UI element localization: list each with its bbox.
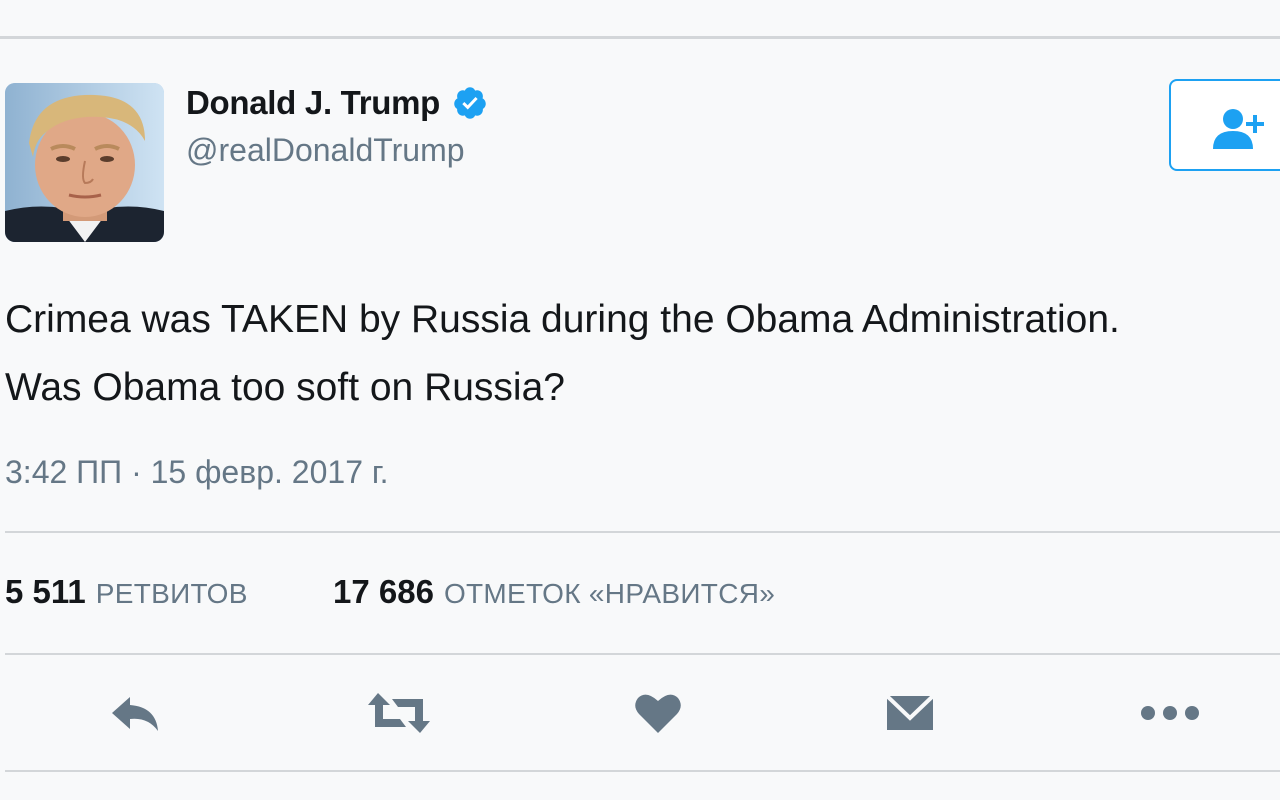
retweet-icon <box>368 693 430 733</box>
divider-top <box>5 531 1280 533</box>
top-divider <box>0 36 1280 39</box>
reply-button[interactable] <box>104 686 164 740</box>
more-button[interactable] <box>1140 686 1200 740</box>
follow-button[interactable] <box>1169 79 1280 171</box>
like-button[interactable] <box>628 686 688 740</box>
tweet-text: Crimea was TAKEN by Russia during the Ob… <box>5 286 1280 422</box>
direct-message-button[interactable] <box>880 686 940 740</box>
retweets-count: 5 511 <box>5 573 86 610</box>
direct-message-icon <box>885 694 935 730</box>
tweet-timestamp[interactable]: 3:42 ПП · 15 февр. 2017 г. <box>5 452 389 492</box>
display-name-text: Donald J. Trump <box>186 84 441 121</box>
add-user-icon <box>1213 109 1264 149</box>
likes-label: ОТМЕТОК «НРАВИТСЯ» <box>443 578 776 609</box>
divider-bottom <box>5 770 1280 772</box>
divider-middle <box>5 653 1280 655</box>
avatar[interactable] <box>5 83 164 242</box>
tweet-text-line-1: Crimea was TAKEN by Russia during the Ob… <box>5 298 1120 341</box>
retweets-stat[interactable]: 5 511 РЕТВИТОВ <box>5 572 248 614</box>
likes-count: 17 686 <box>333 573 434 610</box>
display-name[interactable]: Donald J. Trump <box>186 84 488 122</box>
reply-icon <box>112 697 158 731</box>
retweet-button[interactable] <box>366 686 432 740</box>
heart-icon <box>635 694 681 733</box>
retweets-label: РЕТВИТОВ <box>95 578 248 609</box>
verified-badge-icon <box>454 87 486 119</box>
user-handle[interactable]: @realDonaldTrump <box>186 131 465 169</box>
more-icon <box>1141 706 1199 720</box>
likes-stat[interactable]: 17 686 ОТМЕТОК «НРАВИТСЯ» <box>333 572 775 614</box>
tweet-text-line-2: Was Obama too soft on Russia? <box>5 366 565 409</box>
